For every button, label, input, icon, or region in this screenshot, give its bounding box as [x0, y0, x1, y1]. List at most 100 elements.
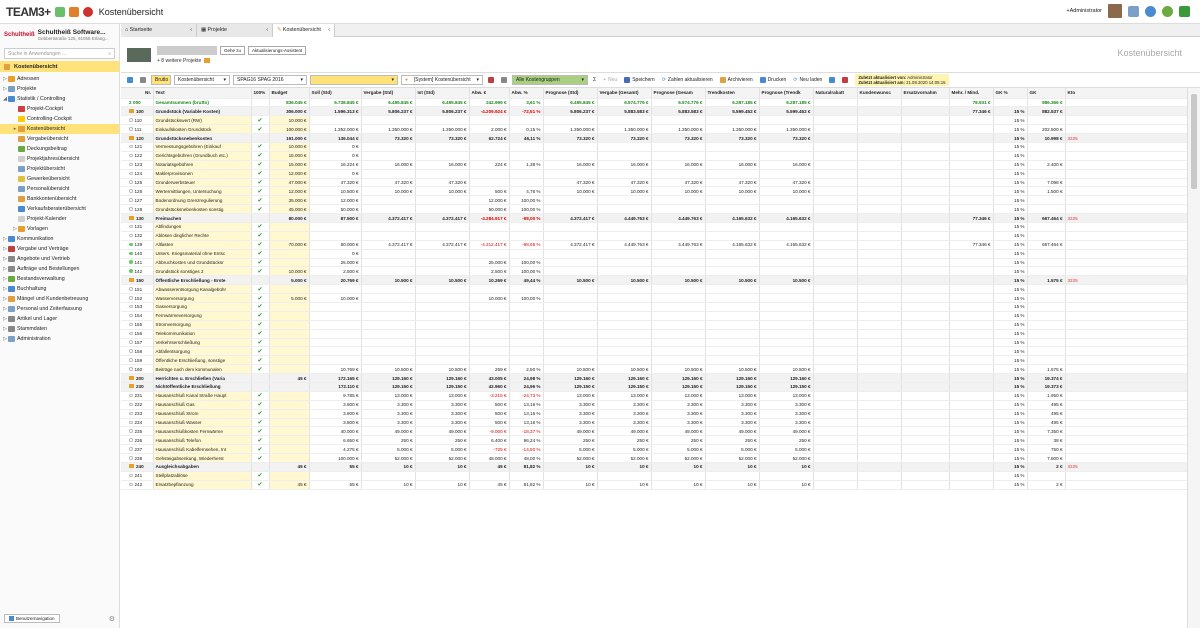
table-cell[interactable]: 2 €	[1027, 480, 1066, 490]
check-icon[interactable]: ✔	[251, 231, 270, 241]
table-cell[interactable]	[901, 480, 950, 490]
check-icon[interactable]: ✔	[251, 453, 270, 464]
table-cell[interactable]: 5.000 €	[543, 444, 598, 455]
table-cell[interactable]	[813, 142, 858, 152]
row-text[interactable]: Vermessungsgebühren (Einkauf	[153, 142, 252, 152]
table-cell[interactable]: 3.300 €	[415, 409, 470, 419]
checkbox-cell[interactable]	[251, 106, 270, 117]
table-cell[interactable]: 172.165 €	[309, 373, 362, 383]
table-cell[interactable]: 10.000 €	[361, 186, 416, 197]
sidebar-item[interactable]: Verkaufsberaterübersicht	[0, 204, 119, 214]
table-row[interactable]: 123 Notariatsgebühren ✔ 15.000 €16.224 €16.…	[121, 160, 1187, 170]
table-cell[interactable]	[1027, 329, 1066, 339]
row-text[interactable]: Grundstückswert (RW)	[153, 115, 252, 126]
sidebar-item[interactable]: Projektübersicht	[0, 164, 119, 174]
table-cell[interactable]	[857, 160, 902, 170]
table-cell[interactable]	[813, 266, 858, 277]
table-cell[interactable]	[901, 426, 950, 437]
table-cell[interactable]	[759, 231, 814, 241]
table-cell[interactable]: 129.160 €	[759, 373, 814, 383]
table-cell[interactable]: 15 %	[993, 311, 1028, 321]
check-icon[interactable]: ✔	[251, 355, 270, 366]
table-cell[interactable]	[469, 471, 510, 481]
row-text[interactable]: Stellplatzablöse	[153, 471, 252, 481]
table-cell[interactable]	[597, 346, 652, 357]
table-row[interactable]: 120 Grundstücksnebenkosten 191.000 €136.04…	[121, 133, 1187, 143]
row-text[interactable]: Abwasserentsorgung Kanalgebühr	[153, 284, 252, 295]
brutto-toggle[interactable]: Brutto	[151, 75, 171, 85]
vertical-scrollbar[interactable]	[1187, 88, 1200, 628]
table-cell[interactable]: 3.300 €	[361, 418, 416, 428]
table-cell[interactable]	[415, 329, 470, 339]
table-cell[interactable]	[705, 266, 760, 277]
table-cell[interactable]	[949, 311, 994, 321]
table-cell[interactable]: 224 €	[469, 160, 510, 170]
table-cell[interactable]: 49.000 €	[361, 426, 416, 437]
checkbox-cell[interactable]	[251, 275, 270, 286]
table-cell[interactable]	[901, 258, 950, 268]
table-cell[interactable]: 73.320 €	[651, 133, 706, 143]
table-cell[interactable]: 80.000 €	[269, 213, 310, 223]
row-text[interactable]: Hausanschluß Kanal Straße Haupt	[153, 391, 252, 401]
table-row[interactable]: 128 Grundstücksnebenkosten sonstig ✔ 45.000…	[121, 204, 1187, 215]
table-cell[interactable]	[269, 231, 310, 241]
table-cell[interactable]	[813, 444, 858, 455]
check-icon[interactable]: ✔	[251, 284, 270, 295]
check-icon[interactable]: ✔	[251, 435, 270, 446]
table-cell[interactable]	[1065, 293, 1187, 303]
row-text[interactable]: Freimachen	[153, 213, 252, 223]
table-cell[interactable]	[1027, 204, 1066, 215]
table-cell[interactable]	[509, 471, 544, 481]
table-cell[interactable]	[1065, 426, 1187, 437]
row-text[interactable]: Verkehrserschließung	[153, 338, 252, 348]
check-icon[interactable]: ✔	[251, 400, 270, 410]
table-cell[interactable]: 73.320 €	[759, 133, 814, 143]
table-cell[interactable]	[469, 169, 510, 179]
table-cell[interactable]	[269, 435, 310, 446]
table-cell[interactable]	[651, 195, 706, 206]
table-cell[interactable]	[469, 320, 510, 330]
table-cell[interactable]: 3.800 €	[309, 400, 362, 410]
table-cell[interactable]	[543, 142, 598, 152]
table-cell[interactable]: 15 %	[993, 258, 1028, 268]
table-cell[interactable]	[597, 249, 652, 259]
table-cell[interactable]: 3225	[1065, 275, 1187, 286]
table-cell[interactable]	[901, 462, 950, 472]
row-text[interactable]: Grunderwerbsteuer	[153, 178, 252, 188]
table-cell[interactable]	[759, 355, 814, 366]
table-cell[interactable]: 5.599.452 €	[759, 106, 814, 117]
table-cell[interactable]	[509, 355, 544, 366]
table-cell[interactable]	[813, 293, 858, 303]
sidebar-item[interactable]: ▷ Artikel und Lager	[0, 314, 119, 324]
row-text[interactable]: Hausanschluß Telefon	[153, 435, 252, 446]
table-cell[interactable]: 15 %	[993, 213, 1028, 223]
table-cell[interactable]	[1065, 409, 1187, 419]
table-cell[interactable]	[1027, 302, 1066, 312]
orange-app-icon[interactable]	[68, 6, 79, 17]
table-cell[interactable]: 5.806.237 €	[543, 106, 598, 117]
table-cell[interactable]: 15 %	[993, 142, 1028, 152]
current-user[interactable]: +Administrator	[1066, 8, 1102, 14]
table-cell[interactable]: 10.500 €	[543, 275, 598, 286]
table-cell[interactable]	[269, 302, 310, 312]
project-select[interactable]: SPAG16 SPAG 2016 ▾	[233, 75, 307, 85]
check-icon[interactable]: ✔	[251, 364, 270, 375]
table-cell[interactable]: 15 %	[993, 124, 1028, 135]
table-cell[interactable]	[857, 151, 902, 161]
row-text[interactable]: Abbruchkosten und Grundstücksr	[153, 258, 252, 268]
table-cell[interactable]	[857, 302, 902, 312]
table-cell[interactable]	[901, 311, 950, 321]
table-cell[interactable]	[759, 169, 814, 179]
table-cell[interactable]: 15.000 €	[269, 160, 310, 170]
table-cell[interactable]	[857, 222, 902, 232]
table-row[interactable]: 236 Hausanschluß Telefon ✔ 6.650 €250 €250 …	[121, 435, 1187, 446]
table-cell[interactable]	[813, 115, 858, 126]
table-cell[interactable]	[813, 106, 858, 117]
table-cell[interactable]: 129.150 €	[361, 382, 416, 392]
table-cell[interactable]: 47.320 €	[415, 178, 470, 188]
table-cell[interactable]: 73.320 €	[361, 133, 416, 143]
table-cell[interactable]: 10.500 €	[597, 364, 652, 375]
table-cell[interactable]	[705, 258, 760, 268]
table-cell[interactable]	[901, 329, 950, 339]
row-text[interactable]: Fernwärmeversorgung	[153, 311, 252, 321]
